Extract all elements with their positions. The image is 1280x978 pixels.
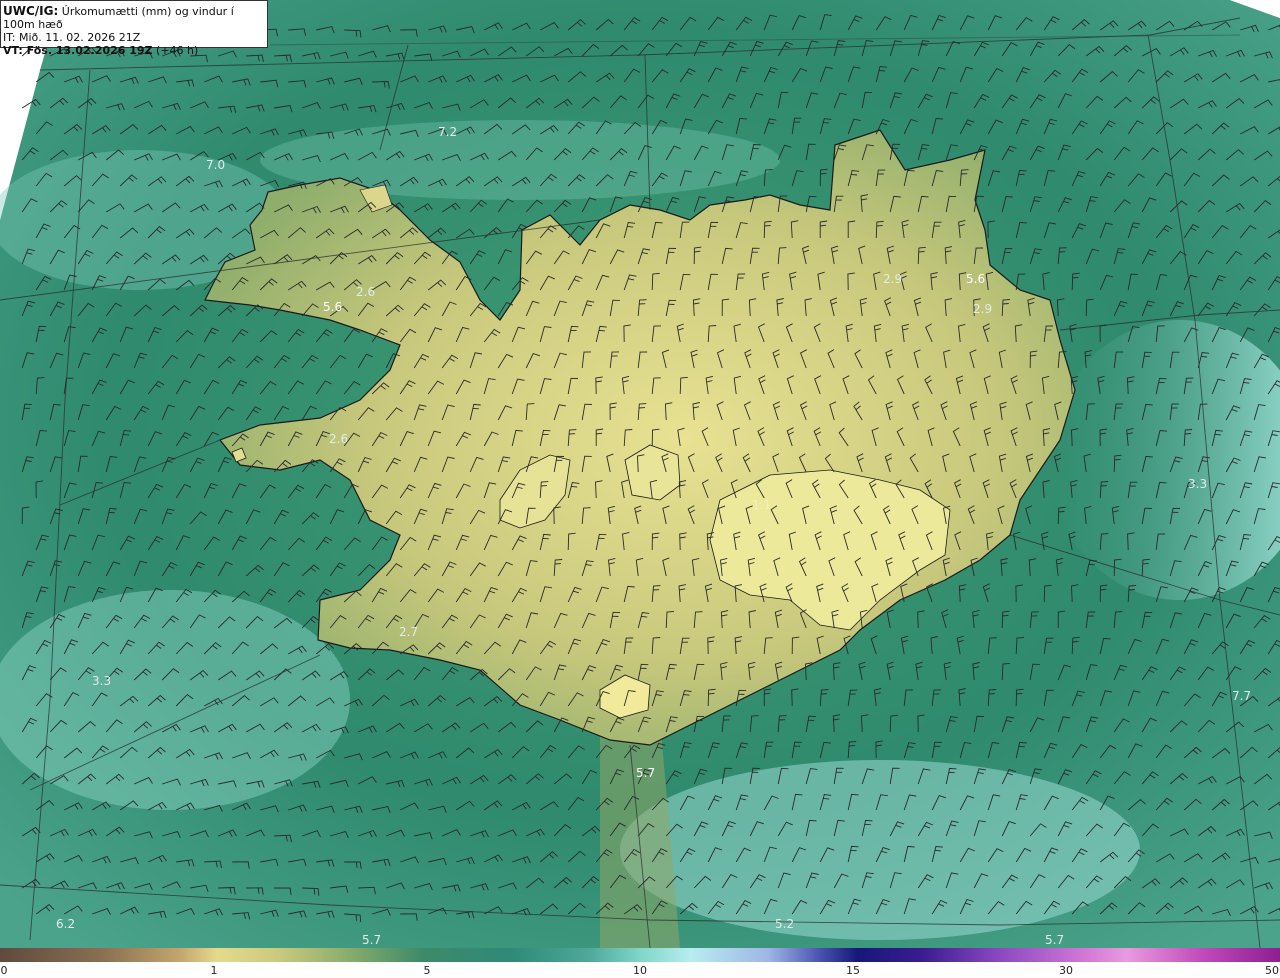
map-label: 5.6 [966,272,985,286]
colorbar-tick-label: 50 [1265,964,1279,977]
valid-time: VT: Fös. 13.02.2026 19Z [3,44,153,57]
map-title-box: UWC/IG: Úrkomumætti (mm) og vindur í 100… [0,0,268,57]
colorbar [0,948,1280,962]
map-label: 7.7 [1232,689,1251,703]
colorbar-tick-label: 15 [846,964,860,977]
colorbar-ticks: 0 1 5 10 15 30 50 [0,962,1280,978]
map-label: 7.2 [438,125,457,139]
map-label: 1.1 [752,498,771,512]
map-label: 3.3 [92,674,111,688]
precipitation-map: 7.2 7.0 2.6 5.6 2.9 5.6 2.9 2.6 1.1 2.7 … [0,0,1280,948]
map-label: 5.2 [775,917,794,931]
colorbar-tick-label: 1 [210,964,218,977]
colorbar-tick-label: 0 [0,964,8,977]
map-label: 2.7 [399,625,418,639]
map-label: 2.6 [329,432,348,446]
map-label: 7.0 [206,158,225,172]
colorbar-tick-label: 5 [423,964,431,977]
forecast-offset: (+46 h) [156,44,199,57]
map-label: 5.6 [323,300,342,314]
map-area[interactable]: 7.2 7.0 2.6 5.6 2.9 5.6 2.9 2.6 1.1 2.7 … [0,0,1280,948]
map-label: 5.7 [636,766,655,780]
map-label: 5.7 [1045,933,1064,947]
map-label: 3.3 [1188,477,1207,491]
colorbar-tick-label: 30 [1059,964,1073,977]
map-label: 5.7 [362,933,381,947]
init-time: IT: Mið. 11. 02. 2026 21Z [3,31,141,44]
map-label: 2.9 [883,272,902,286]
map-label: 2.6 [356,285,375,299]
colorbar-tick-label: 10 [633,964,647,977]
map-label: 6.2 [56,917,75,931]
product-code: UWC/IG: [3,4,59,18]
map-label: 2.9 [973,302,992,316]
